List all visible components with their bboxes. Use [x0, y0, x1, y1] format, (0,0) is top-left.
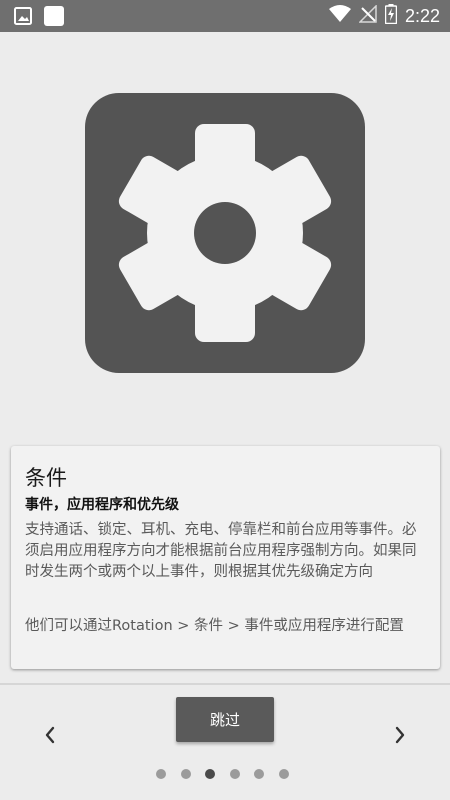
clock: 2:22 — [404, 6, 440, 26]
page-dot — [229, 769, 240, 779]
card-title: 条件 — [25, 466, 67, 490]
chevron-right-icon — [393, 725, 407, 749]
page-dot — [254, 769, 265, 779]
settings-hero-tile — [85, 93, 365, 373]
card-subtitle: 事件，应用程序和优先级 — [25, 497, 179, 513]
no-signal-icon — [358, 4, 377, 27]
status-bar: 2:22 — [0, 0, 450, 32]
chevron-left-icon — [43, 725, 57, 749]
divider — [0, 683, 450, 685]
page-indicator — [156, 769, 289, 779]
page-dot — [205, 769, 216, 779]
page-dot — [180, 769, 191, 779]
battery-charging-icon — [384, 4, 398, 28]
wifi-icon — [328, 5, 351, 27]
next-page-button[interactable] — [385, 722, 415, 752]
page-dot — [156, 769, 166, 779]
gear-icon — [85, 93, 365, 373]
image-icon — [14, 7, 32, 29]
square-icon — [44, 6, 64, 30]
previous-page-button[interactable] — [35, 722, 65, 752]
card-description: 支持通话、锁定、耳机、充电、停靠栏和前台应用等事件。必须启用应用程序方向才能根据… — [25, 522, 417, 580]
page-dot — [278, 769, 289, 779]
skip-button[interactable]: 跳过 — [176, 697, 274, 742]
card-config-note: 他们可以通过Rotation > 条件 > 事件或应用程序进行配置 — [25, 618, 404, 634]
info-card: 条件 事件，应用程序和优先级 支持通话、锁定、耳机、充电、停靠栏和前台应用等事件… — [11, 446, 440, 669]
